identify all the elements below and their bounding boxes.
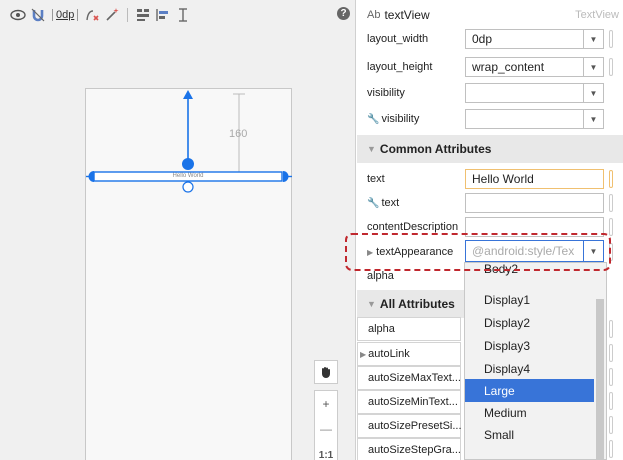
attr-label: 🔧 text: [367, 197, 400, 209]
section-title: All Attributes: [379, 297, 455, 311]
attr-row-tool-text: 🔧 text: [357, 190, 623, 216]
attr-edge-tab[interactable]: [609, 320, 613, 338]
attr-edge-tab[interactable]: [609, 194, 613, 212]
attr-row-layout-height: layout_height wrap_content ▼: [357, 54, 623, 80]
attr-label: 🔧 visibility: [367, 113, 420, 125]
layout-height-combo[interactable]: wrap_content ▼: [465, 57, 604, 77]
text-field[interactable]: Hello World: [465, 169, 604, 189]
chevron-down-icon[interactable]: ▼: [583, 110, 603, 128]
layout-width-combo[interactable]: 0dp ▼: [465, 29, 604, 49]
pan-hand-icon[interactable]: [314, 360, 338, 384]
chevron-down-icon[interactable]: ▼: [583, 30, 603, 48]
tool-visibility-combo[interactable]: ▼: [465, 109, 604, 129]
dropdown-option[interactable]: Small: [465, 423, 595, 446]
attr-label: layout_height: [367, 61, 433, 73]
scrollbar-thumb[interactable]: [596, 299, 604, 459]
attr-edge-tab[interactable]: [609, 170, 613, 188]
attr-edge-tab[interactable]: [609, 368, 613, 386]
chevron-down-icon[interactable]: ▼: [583, 84, 603, 102]
attr-edge-tab[interactable]: [609, 392, 613, 410]
attr-label: alpha: [367, 270, 394, 282]
dropdown-option-selected[interactable]: Large: [465, 379, 595, 402]
zoom-in-button[interactable]: +: [314, 390, 338, 416]
widget-id[interactable]: textView: [384, 8, 429, 22]
zoom-out-button[interactable]: —: [314, 416, 338, 442]
wrench-icon: 🔧: [367, 114, 380, 125]
attr-label: layout_width: [367, 33, 429, 45]
attr-edge-tab[interactable]: [609, 58, 613, 76]
expand-triangle-icon: ▼: [367, 144, 376, 154]
attr-label: visibility: [367, 87, 405, 99]
text-appearance-dropdown[interactable]: Body2 Display1 Display2 Display3 Display…: [464, 262, 607, 460]
dropdown-option[interactable]: Display1: [465, 288, 595, 311]
all-attr-item[interactable]: autoSizeMaxText...: [357, 366, 461, 390]
dropdown-option[interactable]: Medium: [465, 401, 595, 424]
layout-editor: 0dp ? Hello World 160 + — 1:1: [0, 0, 356, 460]
all-attributes-header[interactable]: ▼ All Attributes: [357, 290, 465, 318]
attr-row-visibility: visibility ▼: [357, 80, 623, 106]
attr-edge-tab[interactable]: [609, 30, 613, 48]
constraint-arrowhead: [183, 90, 193, 99]
zoom-controls: + — 1:1: [314, 360, 344, 460]
all-attr-item[interactable]: ▶ autoLink: [357, 342, 461, 366]
dropdown-scrollbar[interactable]: [594, 263, 606, 459]
dropdown-option[interactable]: Display4: [465, 357, 595, 380]
attr-row-text: text Hello World: [357, 166, 623, 192]
widget-class: TextView: [575, 9, 619, 21]
textview-preview-text[interactable]: Hello World: [94, 172, 282, 181]
margin-value-label: 160: [229, 128, 248, 140]
dropdown-option[interactable]: Display2: [465, 311, 595, 334]
expand-triangle-icon: ▼: [367, 299, 376, 309]
attr-row-layout-width: layout_width 0dp ▼: [357, 26, 623, 52]
wrench-icon: 🔧: [367, 198, 380, 209]
all-attr-item[interactable]: autoSizeStepGra...: [357, 438, 461, 460]
all-attr-item[interactable]: autoSizeMinText...: [357, 390, 461, 414]
top-anchor-handle: [182, 158, 194, 170]
all-attr-item[interactable]: alpha: [357, 317, 461, 341]
attr-label: text: [367, 173, 385, 185]
widget-type-icon: Ab: [367, 9, 381, 21]
tool-text-field[interactable]: [465, 193, 604, 213]
highlight-annotation: [345, 233, 611, 271]
attr-edge-tab[interactable]: [609, 440, 613, 458]
visibility-combo[interactable]: ▼: [465, 83, 604, 103]
attr-label: contentDescription: [367, 221, 459, 233]
chevron-down-icon[interactable]: ▼: [583, 58, 603, 76]
expand-arrow-icon: ▶: [360, 349, 367, 359]
section-title: Common Attributes: [379, 142, 492, 156]
constraint-overlay: [86, 90, 292, 193]
attr-edge-tab[interactable]: [609, 218, 613, 236]
attr-row-tool-visibility: 🔧 visibility ▼: [357, 106, 623, 132]
common-attributes-header[interactable]: ▼ Common Attributes: [357, 135, 623, 163]
zoom-actual-button[interactable]: 1:1: [314, 442, 338, 460]
attr-edge-tab[interactable]: [609, 344, 613, 362]
combo-value: wrap_content: [472, 60, 545, 74]
attr-edge-tab[interactable]: [609, 416, 613, 434]
all-attr-item[interactable]: autoSizePresetSi...: [357, 414, 462, 438]
bottom-anchor-handle: [182, 181, 194, 193]
combo-value: 0dp: [472, 32, 493, 46]
dropdown-option[interactable]: Display3: [465, 334, 595, 357]
